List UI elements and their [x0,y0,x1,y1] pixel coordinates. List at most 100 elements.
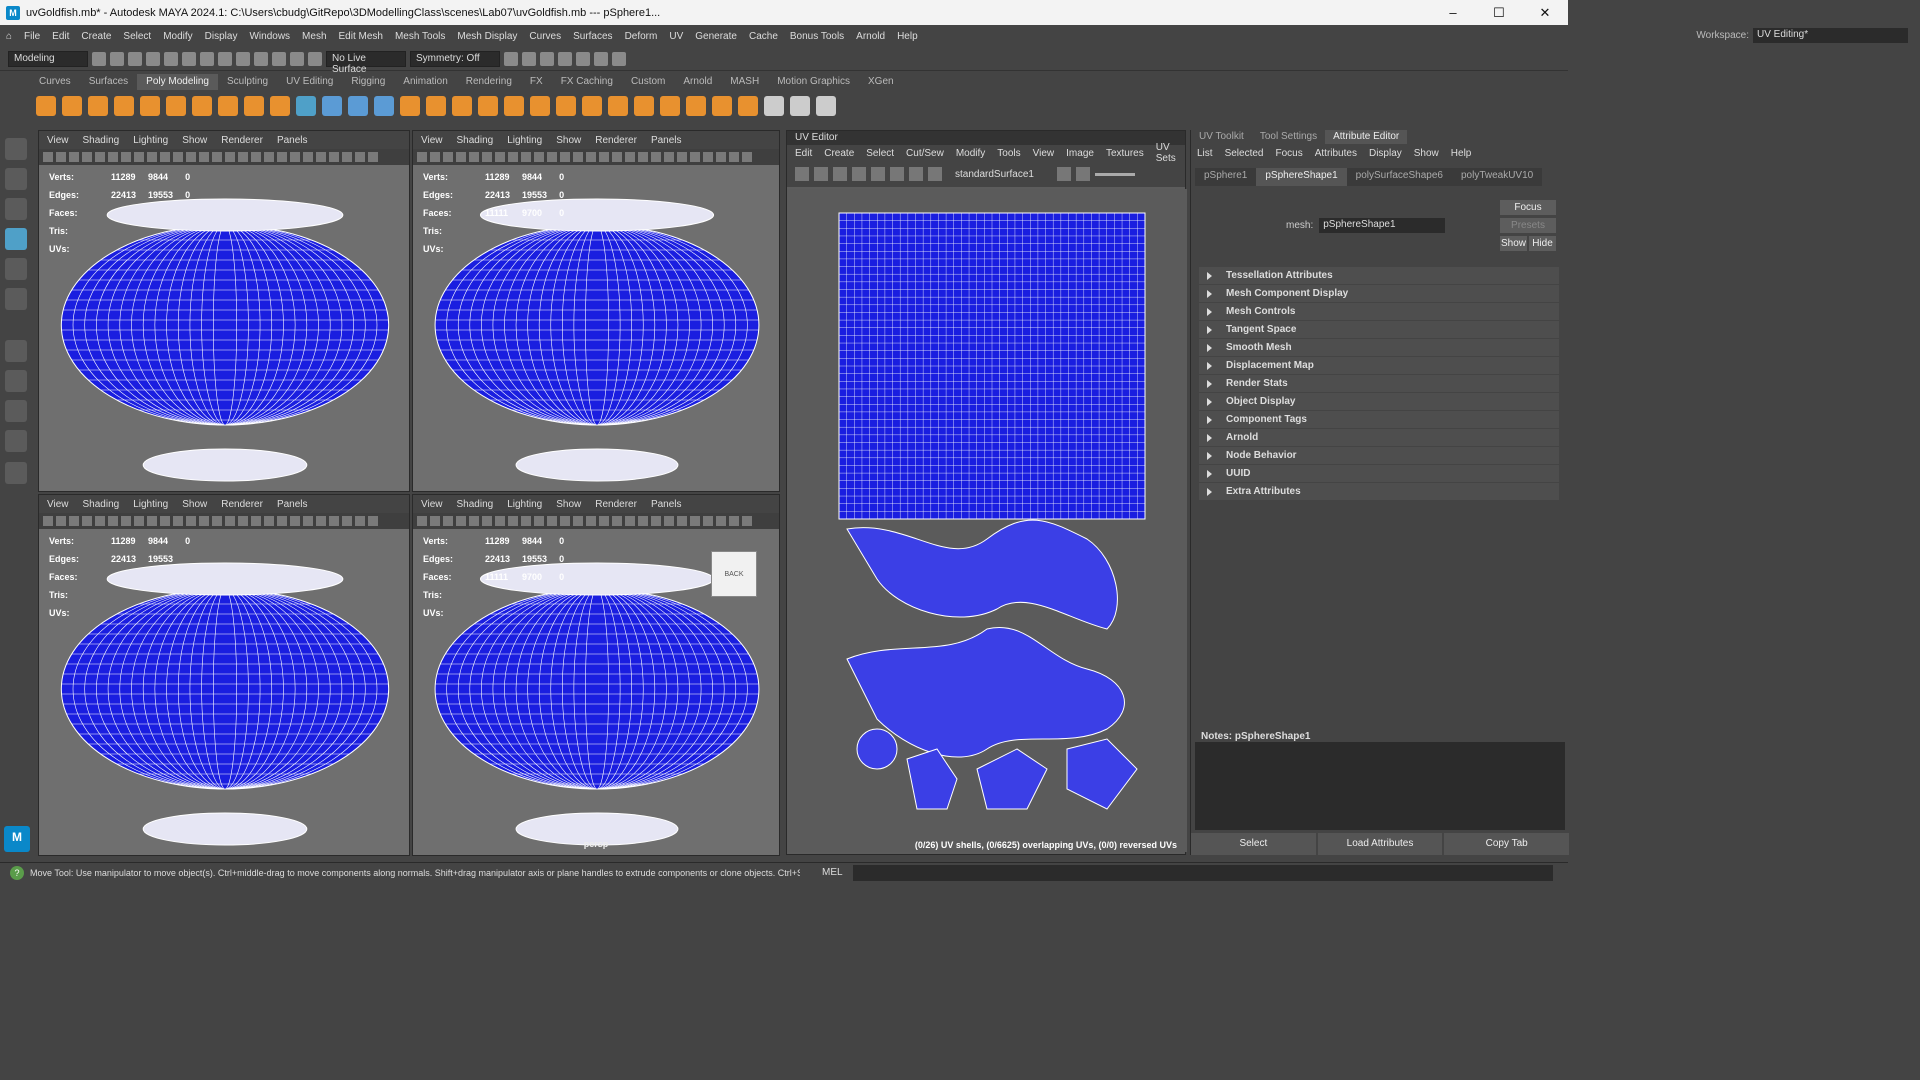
rotate-tool-icon[interactable] [5,258,27,280]
viewport-tool-icon[interactable] [173,516,183,526]
viewport-tool-icon[interactable] [742,516,752,526]
menuset-dropdown[interactable]: Modeling [8,50,88,67]
shelf-tab-uv-editing[interactable]: UV Editing [277,74,342,90]
viewport-tool-icon[interactable] [82,516,92,526]
presets-button[interactable]: Presets [1500,218,1556,233]
viewport-tool-icon[interactable] [342,516,352,526]
viewport-tool-icon[interactable] [729,516,739,526]
uv-menu-edit[interactable]: Edit [795,148,812,159]
uv-filter-icon[interactable] [909,167,923,181]
arnold-render-icon[interactable] [612,51,626,66]
viewport-tool-icon[interactable] [664,516,674,526]
shelf-tab-xgen[interactable]: XGen [859,74,903,90]
shelf-tool-icon[interactable] [244,96,264,116]
viewport-tool-icon[interactable] [586,516,596,526]
viewport-tool-icon[interactable] [638,516,648,526]
viewport-tool-icon[interactable] [690,516,700,526]
viewport-tool-icon[interactable] [534,516,544,526]
uv-menu-uv-sets[interactable]: UV Sets [1156,142,1185,164]
menu-create[interactable]: Create [75,31,117,42]
shelf-tool-icon[interactable] [88,96,108,116]
pause-icon[interactable] [594,51,608,66]
shelf-tool-icon[interactable] [738,96,758,116]
shelf-tool-icon[interactable] [218,96,238,116]
redo-icon[interactable] [164,51,178,66]
snap-point-icon[interactable] [272,51,286,66]
hide-button[interactable]: Hide [1529,236,1556,251]
snap-view-plane-icon[interactable] [290,51,304,66]
viewport-tool-icon[interactable] [108,152,118,162]
menu-cache[interactable]: Cache [743,31,784,42]
attribute-section[interactable]: Mesh Component Display [1199,285,1559,302]
viewport-tool-icon[interactable] [303,152,313,162]
viewport-menu-item[interactable]: Show [556,135,581,146]
shelf-tool-icon[interactable] [62,96,82,116]
close-button[interactable]: ✕ [1522,0,1568,25]
viewport-tool-icon[interactable] [430,152,440,162]
viewport-tool-icon[interactable] [56,152,66,162]
viewport-tool-icon[interactable] [625,516,635,526]
node-tab-polysurfaceshape6[interactable]: polySurfaceShape6 [1346,168,1452,186]
viewport-tool-icon[interactable] [599,152,609,162]
viewport-tool-icon[interactable] [521,516,531,526]
tab-uv-toolkit[interactable]: UV Toolkit [1191,130,1252,144]
ae-menu-show[interactable]: Show [1414,148,1439,159]
shelf-tool-icon[interactable] [166,96,186,116]
viewport-panel[interactable]: View Shading Lighting Show Renderer Panels Ver… [38,130,410,492]
shelf-tab-custom[interactable]: Custom [622,74,674,90]
viewport-tool-icon[interactable] [134,516,144,526]
shelf-tab-sculpting[interactable]: Sculpting [218,74,277,90]
viewport-menu-item[interactable]: View [421,499,443,510]
shelf-tool-icon[interactable] [400,96,420,116]
select-tool-icon[interactable] [5,138,27,160]
node-tab-psphere1[interactable]: pSphere1 [1195,168,1257,186]
menu-file[interactable]: File [18,31,46,42]
viewport-tool-icon[interactable] [277,152,287,162]
viewport-tool-icon[interactable] [417,152,427,162]
viewport-tool-icon[interactable] [121,516,131,526]
menu-windows[interactable]: Windows [243,31,296,42]
viewport-tool-icon[interactable] [443,152,453,162]
viewport-tool-icon[interactable] [612,516,622,526]
render-settings-icon[interactable] [540,51,554,66]
viewport-tool-icon[interactable] [716,152,726,162]
uv-checker-icon[interactable] [852,167,866,181]
shelf-tool-icon[interactable] [686,96,706,116]
two-pane-layout-icon[interactable] [5,400,27,422]
viewport-tool-icon[interactable] [368,516,378,526]
shelf-tool-icon[interactable] [348,96,368,116]
shelf-tab-mash[interactable]: MASH [721,74,768,90]
render-icon[interactable] [504,51,518,66]
viewport-tool-icon[interactable] [69,516,79,526]
shelf-tool-icon[interactable] [712,96,732,116]
workspace-dropdown[interactable]: UV Editing* [1753,28,1908,43]
attribute-section[interactable]: UUID [1199,465,1559,482]
node-tab-psphereshape1[interactable]: pSphereShape1 [1256,168,1347,186]
uv-menu-tools[interactable]: Tools [997,148,1020,159]
show-button[interactable]: Show [1500,236,1527,251]
viewport-menu-item[interactable]: Renderer [595,499,637,510]
new-scene-icon[interactable] [92,51,106,66]
viewport-menu-item[interactable]: Show [182,499,207,510]
viewport-tool-icon[interactable] [677,152,687,162]
uv-menu-cut-sew[interactable]: Cut/Sew [906,148,944,159]
viewport-menu-item[interactable]: Panels [277,499,308,510]
viewport-tool-icon[interactable] [547,152,557,162]
viewport-tool-icon[interactable] [147,516,157,526]
viewport-tool-icon[interactable] [303,516,313,526]
uv-menu-create[interactable]: Create [824,148,854,159]
shelf-tab-animation[interactable]: Animation [394,74,456,90]
viewport-tool-icon[interactable] [173,152,183,162]
uv-exposure-slider[interactable] [1094,172,1135,176]
viewport-tool-icon[interactable] [43,152,53,162]
ae-menu-help[interactable]: Help [1451,148,1472,159]
uv-distortion-icon[interactable] [833,167,847,181]
viewport-tool-icon[interactable] [703,152,713,162]
viewport-tool-icon[interactable] [638,152,648,162]
shelf-tab-motion-graphics[interactable]: Motion Graphics [768,74,859,90]
scale-tool-icon[interactable] [5,288,27,310]
viewport-tool-icon[interactable] [651,516,661,526]
command-language-toggle[interactable]: MEL [822,867,843,878]
mesh-name-field[interactable]: pSphereShape1 [1319,218,1446,233]
menu-mesh-tools[interactable]: Mesh Tools [389,31,451,42]
